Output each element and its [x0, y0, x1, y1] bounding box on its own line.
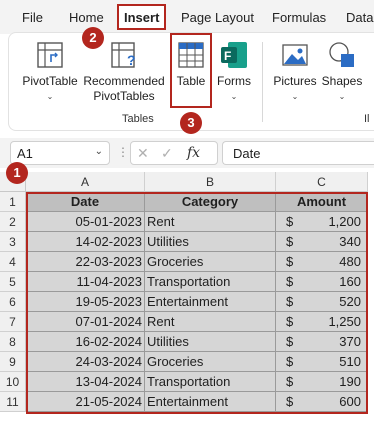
pictures-label: Pictures — [273, 74, 317, 88]
shapes-button[interactable]: Shapes ⌄ — [320, 40, 364, 104]
recommended-label-line1: Recommended — [83, 74, 165, 88]
row-header[interactable]: 3 — [0, 232, 26, 252]
menu-bar: File Home Insert Page Layout Formulas Da… — [0, 0, 374, 34]
forms-label: Forms — [217, 74, 251, 88]
row-header[interactable]: 9 — [0, 352, 26, 372]
shapes-icon — [329, 42, 354, 67]
chevron-down-icon: ⌄ — [46, 92, 54, 101]
pivot-table-icon — [37, 42, 63, 68]
row-header[interactable]: 11 — [0, 392, 26, 412]
pivot-table-label: PivotTable — [22, 74, 78, 88]
row-header[interactable]: 4 — [0, 252, 26, 272]
formula-controls: ✕ ✓ fx — [130, 141, 218, 165]
enter-icon[interactable]: ✓ — [161, 145, 173, 162]
chevron-down-icon[interactable]: ⌄ — [95, 146, 103, 157]
row-header[interactable]: 10 — [0, 372, 26, 392]
tab-insert[interactable]: Insert — [124, 10, 159, 25]
column-header-c[interactable]: C — [276, 172, 368, 192]
tab-formulas[interactable]: Formulas — [272, 10, 326, 25]
chevron-down-icon: ⌄ — [230, 92, 238, 101]
recommended-label-line2: PivotTables — [93, 89, 155, 103]
group-label-tables: Tables — [122, 113, 154, 125]
table-button[interactable]: Table — [172, 40, 210, 89]
chevron-down-icon: ⌄ — [338, 92, 346, 101]
chevron-down-icon: ⌄ — [291, 92, 299, 101]
forms-button[interactable]: F Forms ⌄ — [214, 40, 254, 104]
tab-data[interactable]: Data — [346, 10, 373, 25]
recommended-pivottables-icon: ? — [111, 42, 136, 68]
callout-badge-2: 2 — [82, 27, 104, 49]
svg-text:F: F — [224, 49, 231, 63]
table-label: Table — [176, 74, 206, 88]
pictures-button[interactable]: Pictures ⌄ — [270, 40, 320, 104]
row-header[interactable]: 2 — [0, 212, 26, 232]
name-box[interactable]: A1 ⌄ — [10, 141, 110, 165]
column-header-b[interactable]: B — [145, 172, 276, 192]
row-header[interactable]: 7 — [0, 312, 26, 332]
pictures-icon — [282, 44, 308, 66]
pivot-table-button[interactable]: PivotTable ⌄ — [22, 40, 78, 104]
forms-icon: F — [221, 42, 247, 68]
name-box-value: A1 — [17, 146, 33, 161]
svg-text:?: ? — [127, 52, 136, 68]
selected-data-range — [26, 192, 368, 414]
tab-page-layout[interactable]: Page Layout — [181, 10, 254, 25]
column-header-a[interactable]: A — [26, 172, 145, 192]
row-header[interactable]: 6 — [0, 292, 26, 312]
shapes-label: Shapes — [321, 74, 363, 88]
formula-input[interactable]: Date — [222, 141, 374, 165]
insert-function-button[interactable]: fx — [187, 145, 200, 161]
more-options-icon[interactable]: ⋮ — [117, 145, 129, 159]
row-header[interactable]: 1 — [0, 192, 26, 212]
group-label-illustrations: Il — [364, 113, 370, 125]
recommended-pivottables-button[interactable]: ? Recommended PivotTables — [82, 40, 166, 104]
callout-badge-3: 3 — [180, 112, 202, 134]
tab-home[interactable]: Home — [69, 10, 104, 25]
cancel-icon[interactable]: ✕ — [137, 145, 149, 162]
tab-file[interactable]: File — [22, 10, 43, 25]
row-header[interactable]: 8 — [0, 332, 26, 352]
callout-badge-1: 1 — [6, 162, 28, 184]
ribbon-separator — [262, 42, 263, 122]
formula-bar: A1 ⌄ ⋮ ✕ ✓ fx Date — [0, 138, 374, 168]
formula-content: Date — [233, 146, 261, 161]
table-icon — [178, 42, 204, 68]
row-header[interactable]: 5 — [0, 272, 26, 292]
